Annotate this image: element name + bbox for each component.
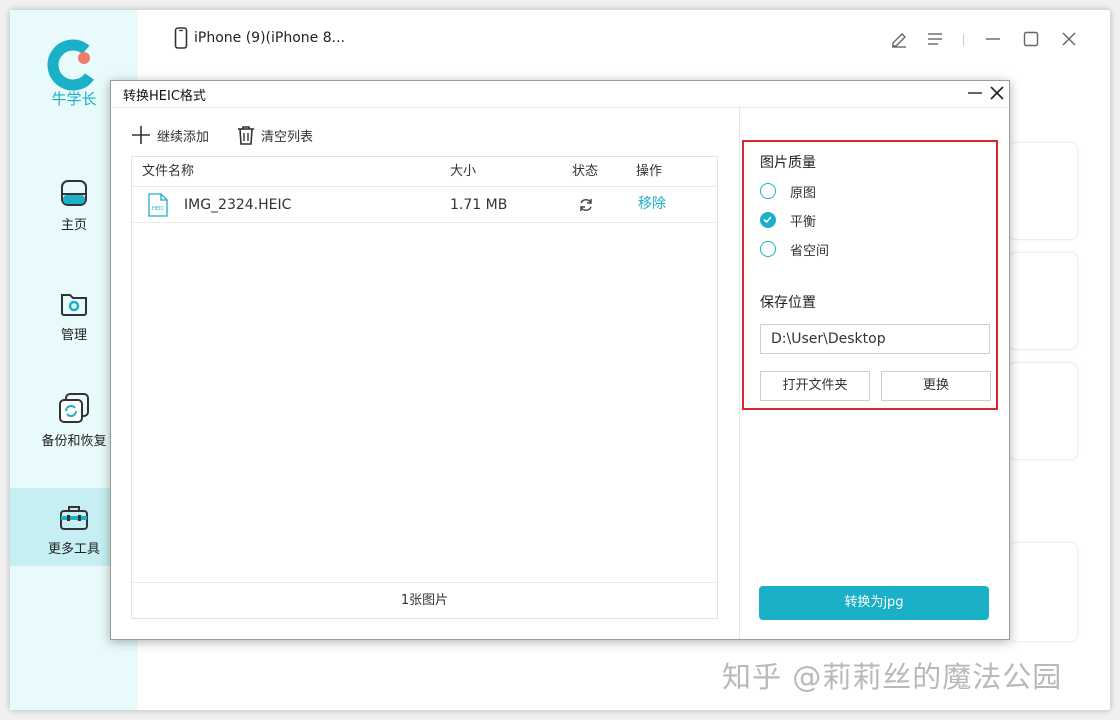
refresh-icon bbox=[580, 199, 592, 211]
folder-gear-icon bbox=[61, 294, 87, 316]
minimize-icon bbox=[968, 92, 982, 94]
watermark: 知乎 @莉莉丝的魔法公园 bbox=[722, 660, 1063, 694]
backup-restore-icon bbox=[59, 393, 89, 423]
dialog-minimize-button[interactable] bbox=[965, 83, 985, 103]
background-card bbox=[1008, 252, 1078, 350]
column-header-name: 文件名称 bbox=[142, 164, 195, 179]
column-header-size: 大小 bbox=[450, 164, 477, 179]
save-location-title: 保存位置 bbox=[760, 295, 816, 311]
plus-icon bbox=[132, 126, 150, 144]
image-count: 1张图片 bbox=[132, 582, 717, 618]
window-controls-divider bbox=[963, 34, 964, 46]
change-location-button[interactable]: 更换 bbox=[881, 371, 991, 401]
column-header-status: 状态 bbox=[572, 164, 599, 179]
convert-heic-dialog: 转换HEIC格式 继续添加 清空列表 文件名称 大小 状态 操作 HEIC IM… bbox=[110, 80, 1010, 640]
clear-list-button[interactable]: 清空列表 bbox=[237, 123, 313, 147]
file-table: 文件名称 大小 状态 操作 HEIC IMG_2324.HEIC 1.71 MB… bbox=[131, 156, 718, 619]
radio-checked-icon bbox=[760, 212, 776, 228]
maximize-icon[interactable] bbox=[1020, 28, 1042, 50]
save-path-field[interactable] bbox=[760, 324, 990, 354]
clear-list-label: 清空列表 bbox=[261, 129, 314, 145]
convert-to-jpg-button[interactable]: 转换为jpg bbox=[759, 586, 989, 620]
quality-option-label: 原图 bbox=[790, 185, 817, 201]
dialog-title-divider bbox=[111, 107, 1009, 108]
radio-unchecked-icon bbox=[760, 183, 776, 199]
conversion-settings-panel: 图片质量 原图 平衡 省空间 保存位置 打开文件夹 更换 bbox=[742, 140, 998, 410]
quality-option-label: 平衡 bbox=[790, 214, 817, 230]
close-icon[interactable] bbox=[1058, 28, 1080, 50]
quality-option-balanced[interactable]: 平衡 bbox=[760, 210, 816, 230]
table-row: HEIC IMG_2324.HEIC 1.71 MB 移除 bbox=[132, 187, 717, 223]
file-size: 1.71 MB bbox=[450, 197, 508, 213]
background-card bbox=[1008, 362, 1078, 460]
quality-section-title: 图片质量 bbox=[760, 155, 816, 171]
device-selector[interactable]: iPhone (9)(iPhone 8... bbox=[174, 26, 345, 50]
close-icon bbox=[990, 86, 1004, 100]
quality-option-save-space[interactable]: 省空间 bbox=[760, 239, 829, 259]
quality-option-label: 省空间 bbox=[790, 243, 830, 259]
toolbox-icon bbox=[60, 506, 88, 530]
home-icon bbox=[61, 180, 87, 206]
file-type-label: HEIC bbox=[152, 206, 164, 212]
column-header-action: 操作 bbox=[636, 164, 663, 179]
file-name: IMG_2324.HEIC bbox=[184, 197, 292, 213]
minimize-icon[interactable] bbox=[982, 28, 1004, 50]
background-card bbox=[1008, 542, 1078, 642]
device-name: iPhone (9)(iPhone 8... bbox=[194, 30, 345, 46]
trash-icon bbox=[238, 126, 254, 145]
open-folder-button[interactable]: 打开文件夹 bbox=[760, 371, 870, 401]
edit-icon[interactable] bbox=[888, 28, 910, 50]
background-card bbox=[1008, 142, 1078, 240]
radio-unchecked-icon bbox=[760, 241, 776, 257]
dialog-title: 转换HEIC格式 bbox=[123, 89, 206, 104]
add-more-label: 继续添加 bbox=[157, 129, 210, 145]
add-more-button[interactable]: 继续添加 bbox=[131, 123, 209, 147]
heic-file-icon: HEIC bbox=[148, 193, 168, 217]
table-header: 文件名称 大小 状态 操作 bbox=[132, 157, 717, 187]
dialog-close-button[interactable] bbox=[987, 83, 1007, 103]
dialog-panel-divider bbox=[739, 108, 740, 639]
brand-logo-icon bbox=[47, 39, 99, 91]
quality-option-original[interactable]: 原图 bbox=[760, 181, 816, 201]
menu-icon[interactable] bbox=[924, 28, 946, 50]
phone-icon bbox=[174, 27, 188, 49]
remove-link[interactable]: 移除 bbox=[638, 187, 666, 221]
